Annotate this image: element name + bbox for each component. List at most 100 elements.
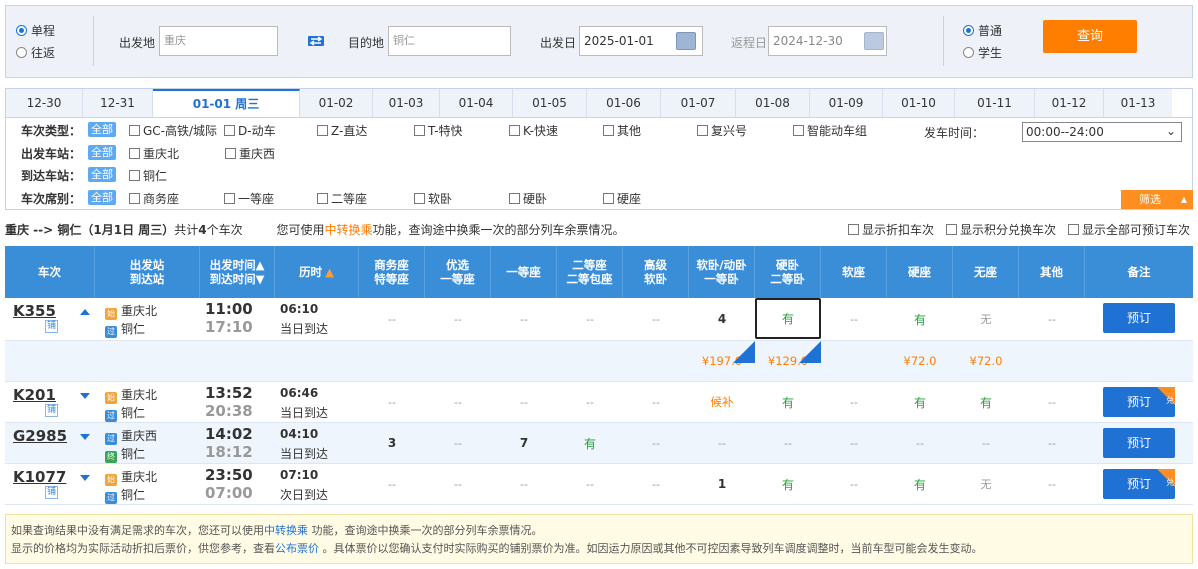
- seat-availability[interactable]: 1: [689, 464, 755, 504]
- train-number-link[interactable]: K1077: [13, 468, 66, 486]
- col-time[interactable]: 出发时间▲ 到达时间▼: [200, 246, 275, 298]
- option-points[interactable]: 显示积分兑换车次: [946, 221, 1056, 238]
- trip-round-radio[interactable]: 往返: [16, 44, 55, 61]
- col-duration[interactable]: 历时 ▲: [275, 246, 359, 298]
- checkbox-icon: [414, 125, 425, 136]
- from-station-option[interactable]: 重庆西: [225, 145, 275, 162]
- train-type-option[interactable]: T-特快: [414, 122, 463, 139]
- seat-option[interactable]: 硬卧: [509, 190, 547, 207]
- to-input[interactable]: 铜仁: [388, 26, 511, 56]
- filter-button[interactable]: 筛选 ▲: [1121, 190, 1193, 209]
- seat-availability: --: [850, 436, 858, 450]
- query-button[interactable]: 查询: [1043, 20, 1137, 53]
- trip-oneway-radio[interactable]: 单程: [16, 22, 55, 39]
- train-type-option[interactable]: K-快速: [509, 122, 558, 139]
- seat-availability[interactable]: 有: [887, 382, 953, 422]
- date-tab[interactable]: 01-06: [587, 89, 661, 117]
- date-tab[interactable]: 01-13: [1104, 89, 1172, 117]
- seat-availability[interactable]: 3: [359, 423, 425, 463]
- seat-availability[interactable]: 候补: [689, 382, 755, 422]
- date-tab[interactable]: 01-02: [300, 89, 373, 117]
- option-all-bookable[interactable]: 显示全部可预订车次: [1068, 221, 1190, 238]
- col-business: 商务座 特等座: [359, 246, 425, 298]
- sleeper-tag: 铺: [45, 486, 59, 499]
- seat-availability[interactable]: 7: [491, 423, 557, 463]
- book-button[interactable]: 预订: [1103, 428, 1175, 458]
- expand-icon[interactable]: [80, 434, 90, 440]
- train-type-option[interactable]: 复兴号: [697, 122, 747, 139]
- depart-time: 11:00: [205, 300, 253, 318]
- date-tab[interactable]: 01-04: [440, 89, 513, 117]
- train-type-option[interactable]: 其他: [603, 122, 641, 139]
- seat-option[interactable]: 二等座: [317, 190, 367, 207]
- date-tab[interactable]: 01-12: [1035, 89, 1104, 117]
- train-type-option[interactable]: 智能动车组: [793, 122, 867, 139]
- to-station-all[interactable]: 全部: [88, 167, 116, 182]
- seat-availability[interactable]: 有: [755, 298, 821, 339]
- seat-availability[interactable]: 有: [953, 382, 1019, 422]
- checkbox-icon: [603, 125, 614, 136]
- expand-icon[interactable]: [80, 393, 90, 399]
- to-station-option[interactable]: 铜仁: [129, 167, 167, 184]
- seat-option[interactable]: 商务座: [129, 190, 179, 207]
- date-tab[interactable]: 01-08: [736, 89, 810, 117]
- seat-availability[interactable]: 无: [953, 298, 1019, 340]
- transfer-link[interactable]: 中转换乘: [264, 524, 308, 537]
- seat-availability[interactable]: 有: [755, 382, 821, 422]
- published-fare-link[interactable]: 公布票价: [275, 542, 319, 555]
- date-tab[interactable]: 01-05: [513, 89, 587, 117]
- type-normal-radio[interactable]: 普通: [963, 22, 1002, 39]
- train-type-option[interactable]: D-动车: [224, 122, 276, 139]
- swap-icon[interactable]: [306, 32, 326, 50]
- train-number-link[interactable]: K355: [13, 302, 56, 320]
- train-type-all[interactable]: 全部: [88, 122, 116, 137]
- seat-availability[interactable]: 有: [755, 464, 821, 504]
- type-student-radio[interactable]: 学生: [963, 44, 1002, 61]
- date-tab[interactable]: 01-11: [955, 89, 1035, 117]
- seat-option[interactable]: 软卧: [414, 190, 452, 207]
- from-station-all[interactable]: 全部: [88, 145, 116, 160]
- station-badge: 过: [105, 492, 117, 504]
- calendar-icon[interactable]: [864, 32, 884, 50]
- col-second: 二等座 二等包座: [557, 246, 623, 298]
- seat-option[interactable]: 一等座: [224, 190, 274, 207]
- seat-availability[interactable]: 4: [689, 298, 755, 340]
- transfer-link[interactable]: 中转换乘: [324, 223, 372, 237]
- collapse-icon[interactable]: [80, 309, 90, 315]
- book-button[interactable]: 预订兑: [1103, 387, 1175, 417]
- from-station-option[interactable]: 重庆北: [129, 145, 179, 162]
- date-tab[interactable]: 01-09: [810, 89, 883, 117]
- seat-availability: --: [652, 436, 660, 450]
- date-tab[interactable]: 12-30: [6, 89, 83, 117]
- date-tab[interactable]: 01-10: [883, 89, 955, 117]
- train-row: K1077 铺 始重庆北过铜仁 23:50 07:00 07:10 次日到达 -- -- -- --…: [5, 464, 1193, 505]
- date-tab[interactable]: 01-01 周三: [153, 89, 300, 117]
- seat-availability: --: [718, 436, 726, 450]
- train-type-option[interactable]: Z-直达: [317, 122, 367, 139]
- from-input[interactable]: 重庆: [159, 26, 278, 56]
- train-number-link[interactable]: G2985: [13, 427, 67, 445]
- redeem-badge: 兑: [1166, 396, 1174, 405]
- seat-option[interactable]: 硬座: [603, 190, 641, 207]
- date-tab[interactable]: 12-31: [83, 89, 153, 117]
- seat-all[interactable]: 全部: [88, 190, 116, 205]
- filter-panel: 车次类型： 全部 GC-高铁/城际 D-动车 Z-直达 T-特快 K-快速 其他 复兴号 智能…: [5, 118, 1193, 210]
- date-tab[interactable]: 01-03: [373, 89, 440, 117]
- date-tab[interactable]: 01-07: [661, 89, 736, 117]
- book-button[interactable]: 预订兑: [1103, 469, 1175, 499]
- expand-icon[interactable]: [80, 475, 90, 481]
- calendar-icon[interactable]: [676, 32, 696, 50]
- seat-availability[interactable]: 有: [557, 423, 623, 463]
- col-train[interactable]: 车次: [5, 246, 95, 298]
- option-discount[interactable]: 显示折扣车次: [848, 221, 934, 238]
- col-soft-seat: 软座: [821, 246, 887, 298]
- col-deluxe: 高级 软卧: [623, 246, 689, 298]
- seat-availability[interactable]: 无: [953, 464, 1019, 504]
- book-button[interactable]: 预订: [1103, 303, 1175, 333]
- seat-availability[interactable]: 有: [887, 464, 953, 504]
- depart-time-select[interactable]: 00:00--24:00 ⌄: [1022, 122, 1182, 142]
- depart-time: 23:50: [205, 466, 253, 484]
- seat-availability[interactable]: 有: [887, 298, 953, 340]
- train-number-link[interactable]: K201: [13, 386, 56, 404]
- train-type-option[interactable]: GC-高铁/城际: [129, 122, 217, 139]
